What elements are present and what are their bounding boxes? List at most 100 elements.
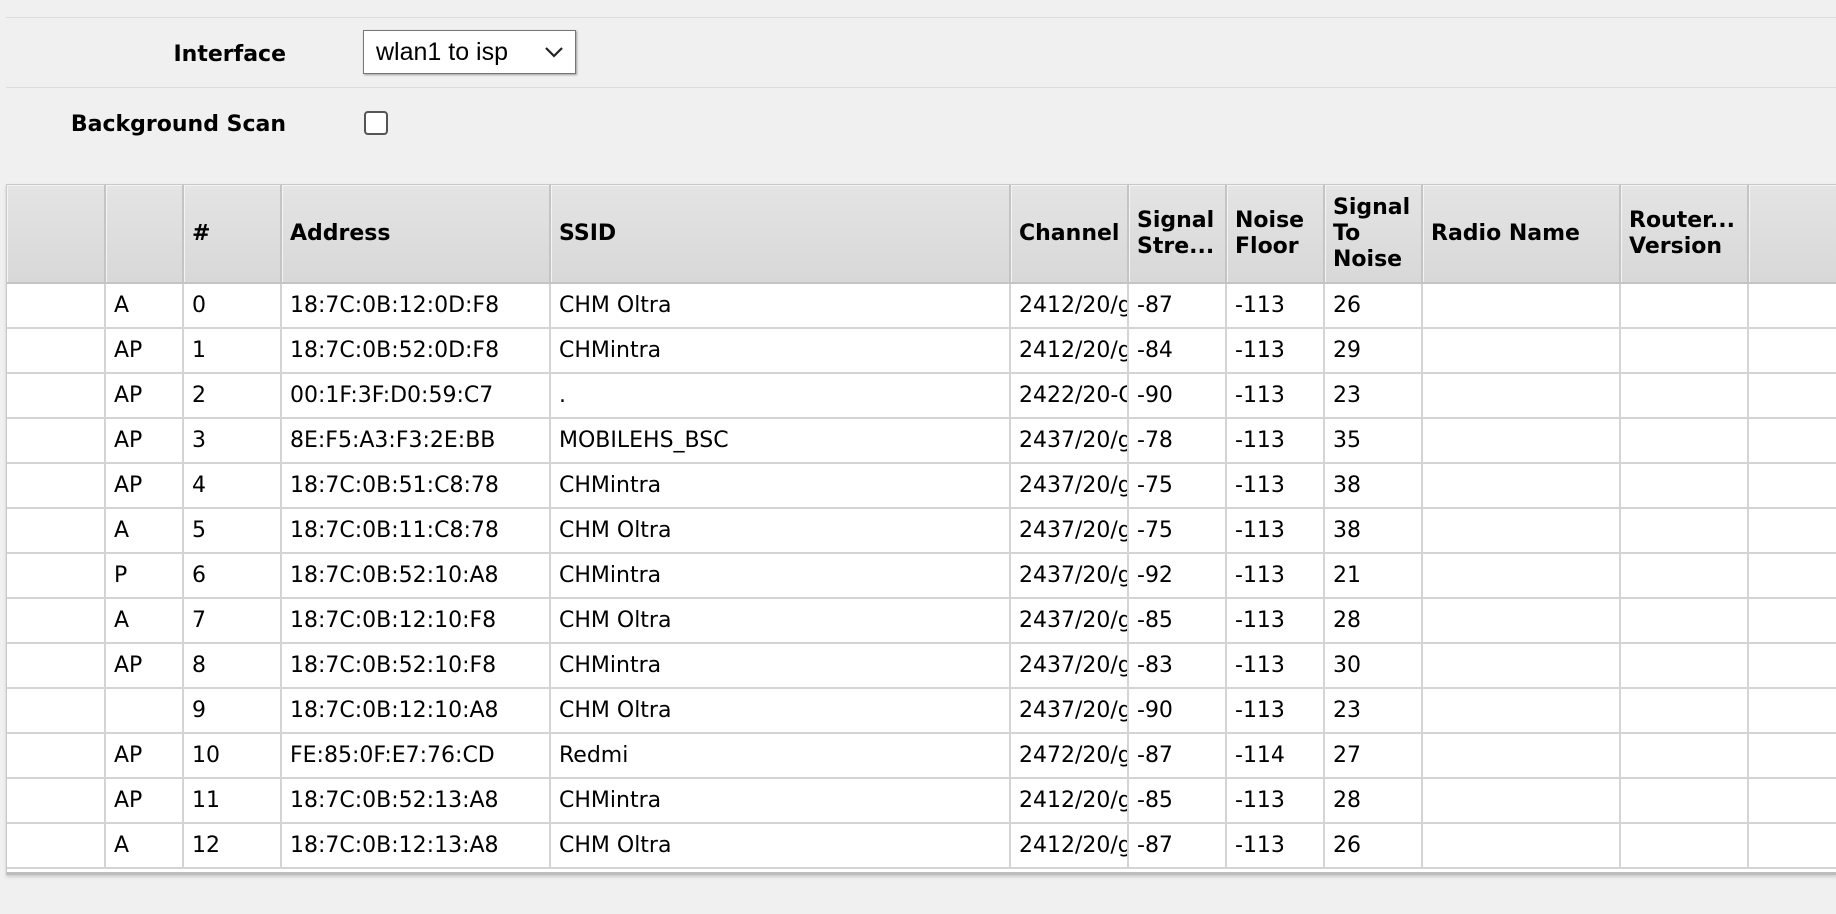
table-row[interactable]: AP 4 18:7C:0B:51:C8:78 CHMintra 2437/20/g -75…: [7, 463, 1836, 509]
cell-ssid: CHMintra: [550, 553, 1011, 599]
cell-radio-name: [1422, 598, 1621, 644]
cell-router-version: [1620, 643, 1749, 689]
cell-router-version: [1620, 463, 1749, 509]
table-row[interactable]: AP 11 18:7C:0B:52:13:A8 CHMintra 2412/20/g -8…: [7, 778, 1836, 824]
cell-channel: 2437/20/g: [1010, 643, 1129, 689]
cell-extra: [1748, 643, 1836, 689]
cell-signal-strength: -75: [1128, 463, 1227, 509]
interface-select[interactable]: wlan1 to isp: [363, 30, 576, 74]
cell-ssid: Redmi: [550, 733, 1011, 779]
table-row[interactable]: A 12 18:7C:0B:12:13:A8 CHM Oltra 2412/20/g -8…: [7, 823, 1836, 869]
cell-flags: AP: [105, 643, 184, 689]
cell-flags: A: [105, 823, 184, 869]
cell-noise-floor: -113: [1226, 373, 1325, 419]
cell-ssid: CHMintra: [550, 328, 1011, 374]
cell-snr: 27: [1324, 733, 1423, 779]
col-number-header[interactable]: #: [183, 185, 282, 284]
cell-select: [7, 418, 106, 464]
cell-snr: 28: [1324, 778, 1423, 824]
cell-noise-floor: -113: [1226, 508, 1325, 554]
table-row[interactable]: A 0 18:7C:0B:12:0D:F8 CHM Oltra 2412/20/g -87…: [7, 283, 1836, 329]
col-signal-strength-header[interactable]: Signal Stre...: [1128, 185, 1227, 284]
col-noise-floor-header[interactable]: Noise Floor: [1226, 185, 1325, 284]
col-radio-name-header[interactable]: Radio Name: [1422, 185, 1621, 284]
interface-label: Interface: [173, 42, 286, 67]
cell-router-version: [1620, 778, 1749, 824]
cell-noise-floor: -113: [1226, 463, 1325, 509]
cell-signal-strength: -92: [1128, 553, 1227, 599]
cell-radio-name: [1422, 643, 1621, 689]
chevron-down-icon: [545, 47, 563, 58]
cell-select: [7, 553, 106, 599]
col-extra-header[interactable]: [1748, 185, 1836, 284]
table-row[interactable]: AP 8 18:7C:0B:52:10:F8 CHMintra 2437/20/g -83…: [7, 643, 1836, 689]
interface-select-value: wlan1 to isp: [376, 38, 509, 66]
table-row[interactable]: AP 2 00:1F:3F:D0:59:C7. 2422/20-C -90 -113 23: [7, 373, 1836, 419]
cell-number: 3: [183, 418, 282, 464]
col-flags-header[interactable]: [105, 185, 184, 284]
cell-select: [7, 373, 106, 419]
background-scan-label: Background Scan: [70, 112, 286, 137]
table-row[interactable]: A 5 18:7C:0B:11:C8:78 CHM Oltra 2437/20/g -75…: [7, 508, 1836, 554]
cell-channel: 2437/20/g: [1010, 688, 1129, 734]
cell-snr: 23: [1324, 373, 1423, 419]
cell-number: 1: [183, 328, 282, 374]
cell-channel: 2437/20/g: [1010, 553, 1129, 599]
cell-flags: A: [105, 283, 184, 329]
col-ssid-header[interactable]: SSID: [550, 185, 1011, 284]
cell-number: 7: [183, 598, 282, 644]
cell-radio-name: [1422, 283, 1621, 329]
cell-ssid: CHM Oltra: [550, 823, 1011, 869]
cell-address: 18:7C:0B:52:13:A8: [281, 778, 551, 824]
table-row[interactable]: AP 10 FE:85:0F:E7:76:CD Redmi 2472/20/g -87 -1…: [7, 733, 1836, 779]
cell-router-version: [1620, 508, 1749, 554]
cell-channel: 2437/20/g: [1010, 463, 1129, 509]
cell-number: 5: [183, 508, 282, 554]
cell-signal-strength: -85: [1128, 778, 1227, 824]
cell-extra: [1748, 463, 1836, 509]
col-address-header[interactable]: Address: [281, 185, 551, 284]
cell-snr: 26: [1324, 823, 1423, 869]
col-select-header[interactable]: [7, 185, 106, 284]
cell-channel: 2412/20/g: [1010, 823, 1129, 869]
cell-number: 11: [183, 778, 282, 824]
table-row[interactable]: AP 1 18:7C:0B:52:0D:F8 CHMintra 2412/20/g -84…: [7, 328, 1836, 374]
cell-address: 18:7C:0B:12:0D:F8: [281, 283, 551, 329]
cell-noise-floor: -113: [1226, 283, 1325, 329]
cell-select: [7, 733, 106, 779]
cell-snr: 30: [1324, 643, 1423, 689]
cell-noise-floor: -113: [1226, 778, 1325, 824]
cell-radio-name: [1422, 508, 1621, 554]
cell-extra: [1748, 733, 1836, 779]
cell-router-version: [1620, 553, 1749, 599]
cell-number: 9: [183, 688, 282, 734]
cell-select: [7, 508, 106, 554]
cell-snr: 35: [1324, 418, 1423, 464]
cell-channel: 2437/20/g: [1010, 418, 1129, 464]
cell-signal-strength: -84: [1128, 328, 1227, 374]
table-row[interactable]: AP 3 8E:F5:A3:F3:2E:BB MOBILEHS_BSC 2437/20/…: [7, 418, 1836, 464]
cell-noise-floor: -113: [1226, 823, 1325, 869]
background-scan-checkbox[interactable]: [364, 111, 388, 135]
table-row[interactable]: P 6 18:7C:0B:52:10:A8 CHMintra 2437/20/g -92-…: [7, 553, 1836, 599]
cell-select: [7, 283, 106, 329]
cell-flags: AP: [105, 778, 184, 824]
cell-channel: 2472/20/g: [1010, 733, 1129, 779]
cell-noise-floor: -113: [1226, 553, 1325, 599]
cell-select: [7, 328, 106, 374]
col-snr-header[interactable]: Signal To Noise: [1324, 185, 1423, 284]
cell-number: 6: [183, 553, 282, 599]
cell-router-version: [1620, 373, 1749, 419]
cell-extra: [1748, 688, 1836, 734]
col-router-version-header[interactable]: Router... Version: [1620, 185, 1749, 284]
col-channel-header[interactable]: Channel: [1010, 185, 1129, 284]
cell-select: [7, 643, 106, 689]
cell-address: 18:7C:0B:12:10:A8: [281, 688, 551, 734]
cell-router-version: [1620, 733, 1749, 779]
table-row[interactable]: 9 18:7C:0B:12:10:A8 CHM Oltra 2437/20/g -90-…: [7, 688, 1836, 734]
table-row[interactable]: A 7 18:7C:0B:12:10:F8 CHM Oltra 2437/20/g -85…: [7, 598, 1836, 644]
cell-number: 0: [183, 283, 282, 329]
cell-radio-name: [1422, 463, 1621, 509]
cell-ssid: MOBILEHS_BSC: [550, 418, 1011, 464]
cell-address: 00:1F:3F:D0:59:C7: [281, 373, 551, 419]
